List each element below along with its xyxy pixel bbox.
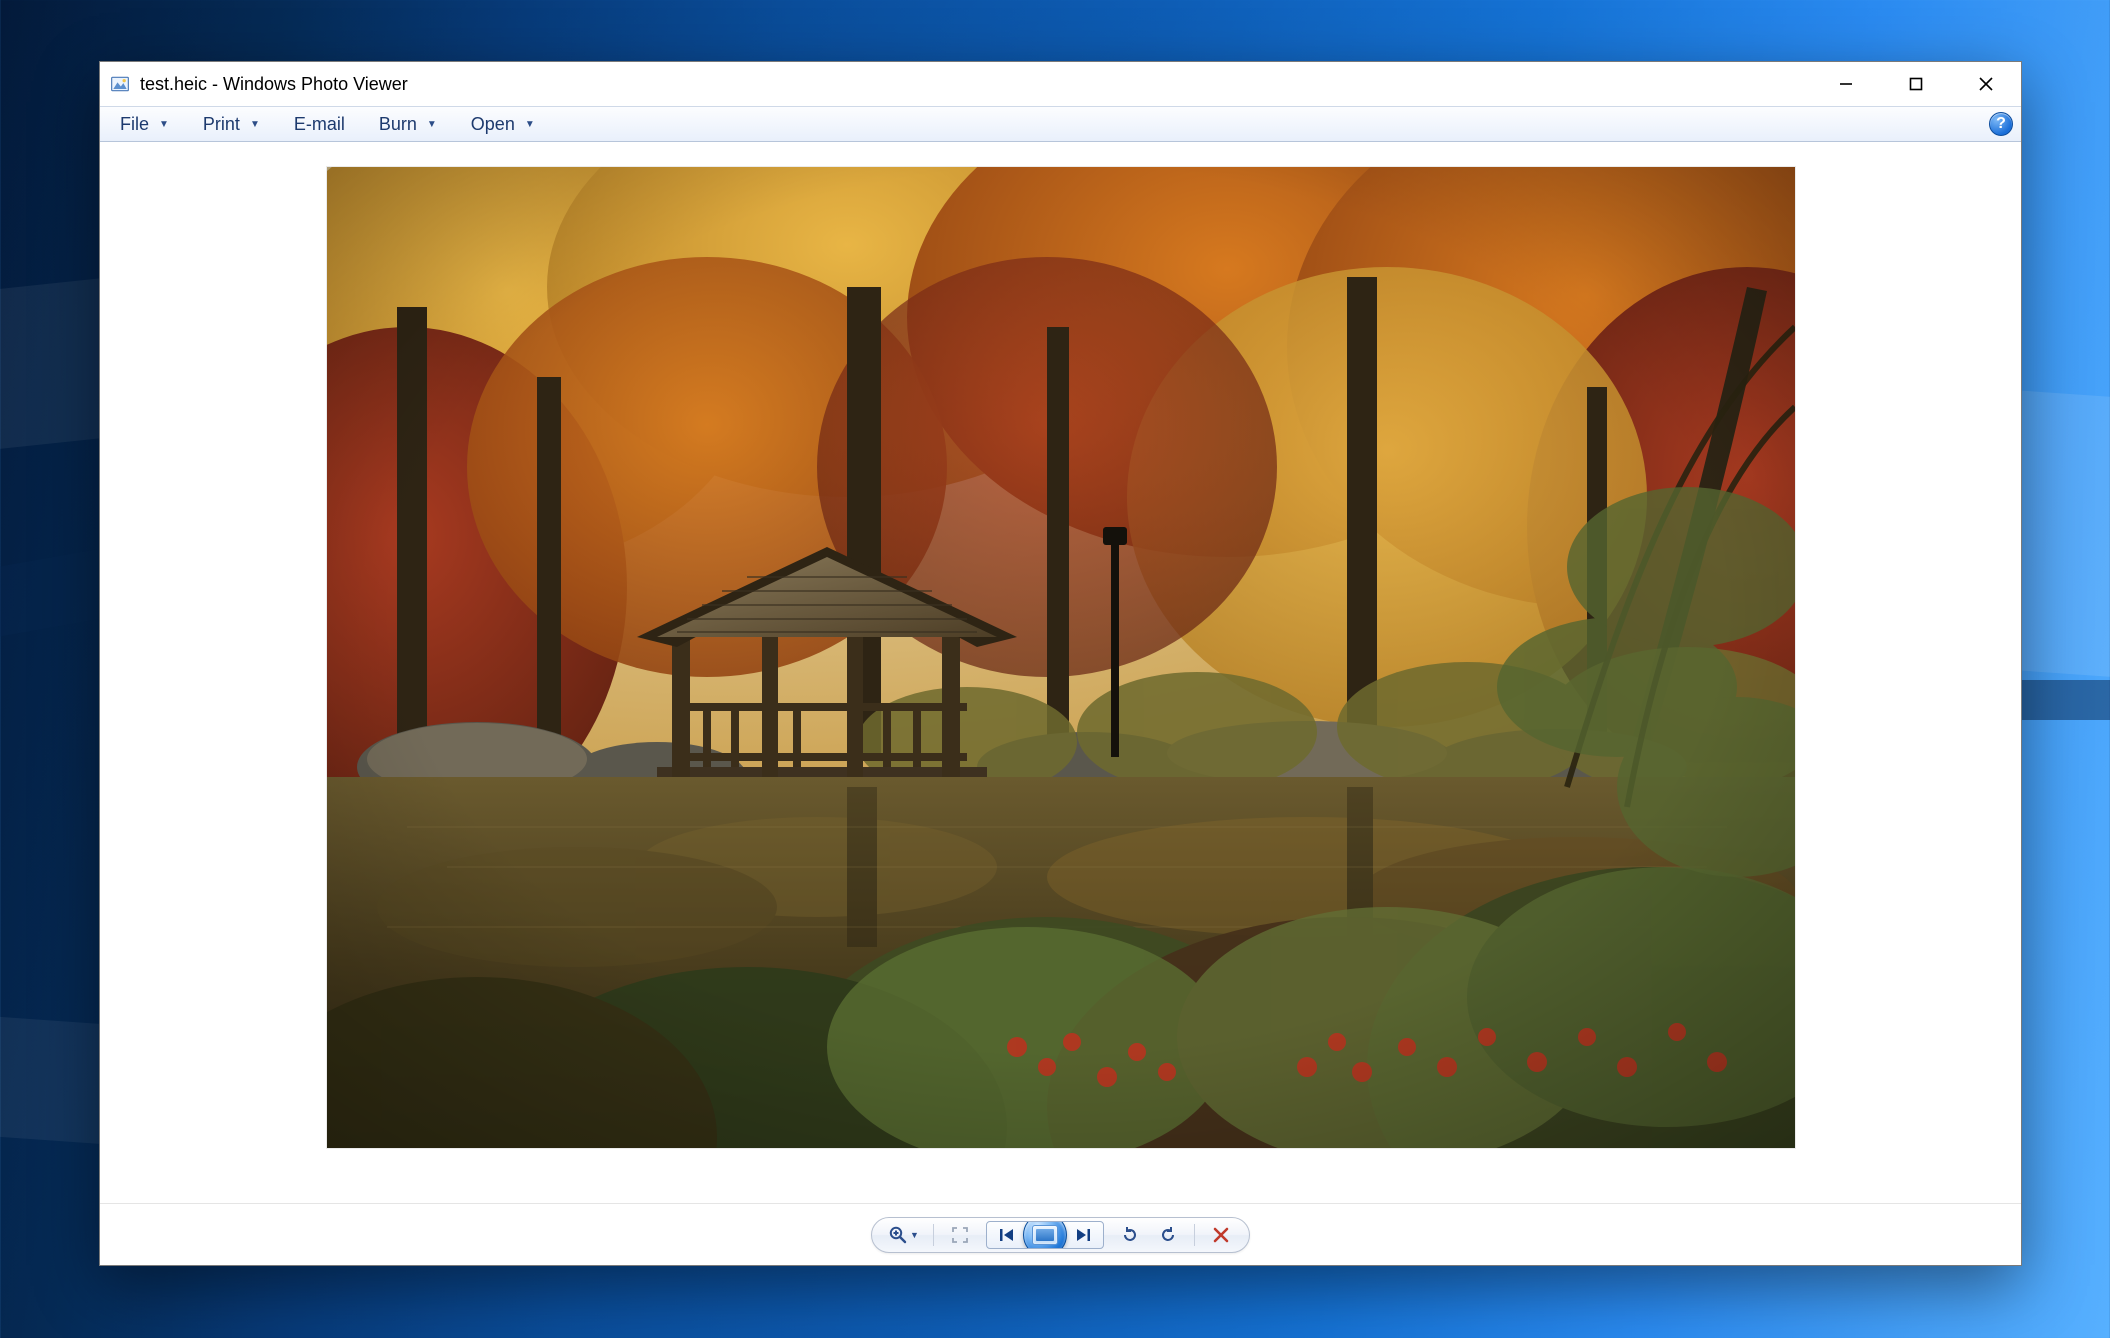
photo-viewer-window: test.heic - Windows Photo Viewer File ▼ …: [99, 61, 2022, 1266]
dropdown-icon: ▼: [910, 1230, 919, 1240]
dropdown-icon: ▼: [427, 119, 437, 130]
dropdown-icon: ▼: [250, 119, 260, 130]
menu-burn[interactable]: Burn ▼: [369, 110, 447, 139]
rotate-cw-button[interactable]: [1156, 1223, 1180, 1247]
menu-file[interactable]: File ▼: [110, 110, 179, 139]
separator: [1194, 1224, 1195, 1246]
menu-email[interactable]: E-mail: [284, 110, 355, 139]
rotate-ccw-button[interactable]: [1118, 1223, 1142, 1247]
delete-button[interactable]: [1209, 1223, 1233, 1247]
menu-print-label: Print: [203, 114, 240, 135]
fit-to-window-button[interactable]: [948, 1223, 972, 1247]
window-title: test.heic - Windows Photo Viewer: [140, 74, 408, 95]
previous-button[interactable]: [987, 1222, 1027, 1248]
help-button[interactable]: ?: [1989, 112, 2013, 136]
close-button[interactable]: [1951, 62, 2021, 106]
menu-print[interactable]: Print ▼: [193, 110, 270, 139]
maximize-button[interactable]: [1881, 62, 1951, 106]
menu-file-label: File: [120, 114, 149, 135]
app-icon: [108, 72, 132, 96]
window-controls: [1811, 62, 2021, 106]
zoom-button[interactable]: ▼: [888, 1223, 919, 1247]
minimize-button[interactable]: [1811, 62, 1881, 106]
title-bar[interactable]: test.heic - Windows Photo Viewer: [100, 62, 2021, 106]
prev-next-group: [986, 1221, 1104, 1249]
separator: [933, 1224, 934, 1246]
slideshow-button[interactable]: [1023, 1221, 1067, 1249]
dropdown-icon: ▼: [159, 119, 169, 130]
image-viewport[interactable]: [100, 142, 2021, 1203]
menu-bar: File ▼ Print ▼ E-mail Burn ▼ Open ▼ ?: [100, 106, 2021, 142]
slideshow-icon: [1032, 1225, 1058, 1245]
menu-burn-label: Burn: [379, 114, 417, 135]
menu-open[interactable]: Open ▼: [461, 110, 545, 139]
navigation-capsule: ▼: [871, 1217, 1250, 1253]
menu-email-label: E-mail: [294, 114, 345, 135]
next-button[interactable]: [1063, 1222, 1103, 1248]
dropdown-icon: ▼: [525, 119, 535, 130]
displayed-image: [327, 167, 1795, 1148]
menu-open-label: Open: [471, 114, 515, 135]
navigation-bar: ▼: [100, 1203, 2021, 1265]
